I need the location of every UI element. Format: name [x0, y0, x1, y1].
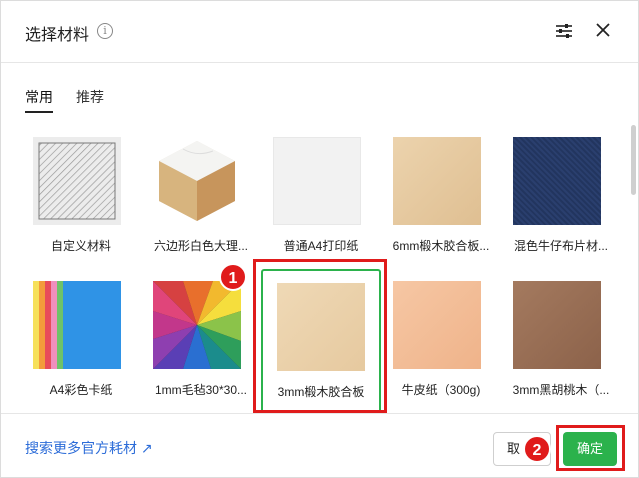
select-material-dialog: 选择材料 i 常用 推荐 自定义材料 六边形白色大理... 普通A4打印纸 6m…: [0, 0, 639, 478]
material-card-walnut[interactable]: 3mm黑胡桃木（...: [501, 269, 621, 409]
close-icon-svg: [596, 23, 610, 37]
material-card-a4-paper[interactable]: 普通A4打印纸: [261, 125, 381, 265]
material-card-kraft-paper[interactable]: 牛皮纸（300g): [381, 269, 501, 409]
felt-thumb: [153, 281, 241, 369]
close-icon[interactable]: [590, 17, 616, 43]
material-label: 自定义材料: [50, 239, 111, 253]
a4-paper-thumb: [273, 137, 361, 225]
dialog-title: 选择材料: [25, 27, 90, 44]
material-card-a4-colored-card[interactable]: A4彩色卡纸: [21, 269, 141, 409]
6mm-basswood-thumb: [393, 137, 481, 225]
material-card-custom[interactable]: 自定义材料: [21, 125, 141, 265]
walnut-thumb: [513, 281, 601, 369]
denim-thumb: [513, 137, 601, 225]
material-label: 混色牛仔布片材...: [513, 239, 608, 253]
info-icon[interactable]: i: [97, 23, 113, 39]
material-label: A4彩色卡纸: [49, 383, 113, 397]
dialog-header: 选择材料 i: [1, 1, 638, 63]
colored-card-thumb: [33, 281, 121, 369]
annotation-badge-2: 2: [523, 435, 551, 463]
tab-common[interactable]: 常用: [25, 87, 53, 113]
material-label: 6mm椴木胶合板...: [392, 239, 490, 253]
kraft-paper-thumb: [393, 281, 481, 369]
annotation-highlight-confirm: [556, 425, 625, 471]
material-card-felt[interactable]: 1mm毛毡30*30...: [141, 269, 261, 409]
grid-scrollbar[interactable]: [631, 125, 636, 195]
material-card-denim[interactable]: 混色牛仔布片材...: [501, 125, 621, 265]
annotation-badge-1: 1: [219, 263, 247, 291]
marble-hexagon-thumb: [159, 141, 235, 221]
tab-recommended[interactable]: 推荐: [76, 87, 104, 107]
material-card-6mm-basswood[interactable]: 6mm椴木胶合板...: [381, 125, 501, 265]
material-label: 六边形白色大理...: [153, 239, 248, 253]
material-label: 牛皮纸（300g): [401, 383, 481, 397]
material-label: 3mm黑胡桃木（...: [512, 383, 610, 397]
custom-material-thumb: [33, 137, 121, 225]
annotation-highlight-material: [253, 259, 387, 413]
material-label: 1mm毛毡30*30...: [154, 383, 248, 397]
search-more-materials-link[interactable]: 搜索更多官方耗材 ↗: [25, 438, 153, 458]
material-label: 普通A4打印纸: [283, 239, 359, 253]
sliders-icon-svg: [556, 24, 572, 38]
sliders-icon[interactable]: [552, 19, 576, 43]
material-card-marble-hexagon[interactable]: 六边形白色大理...: [141, 125, 261, 265]
